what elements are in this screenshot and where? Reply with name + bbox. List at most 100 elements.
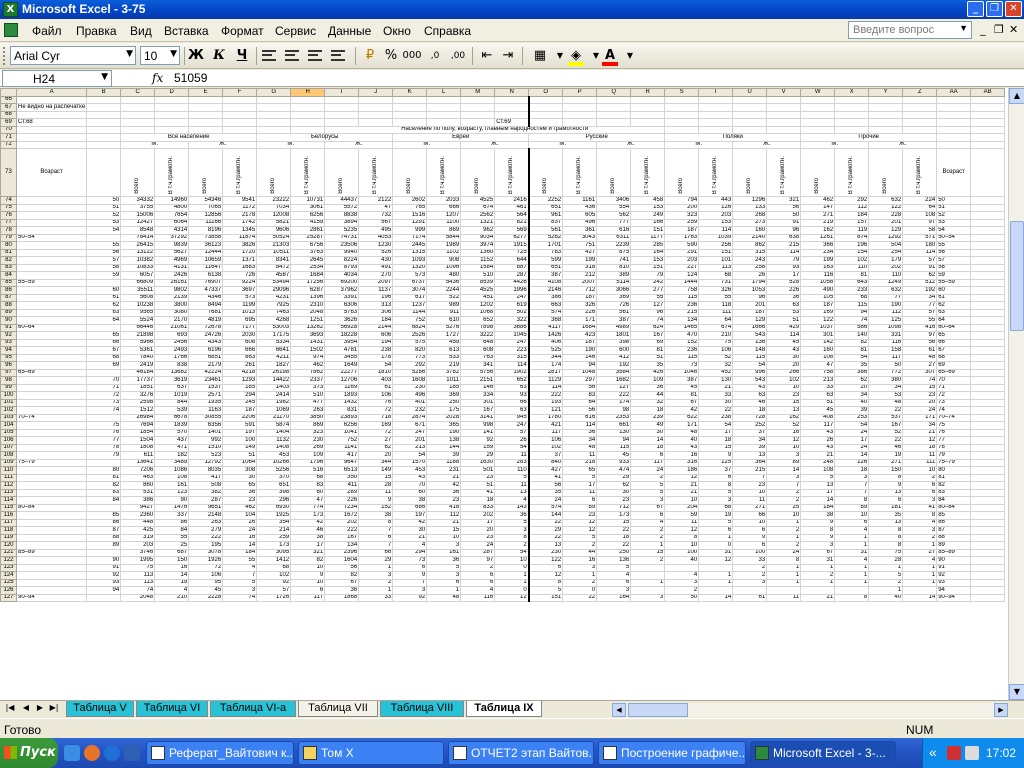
cell[interactable]: 1516: [392, 211, 428, 220]
column-header[interactable]: W: [800, 88, 836, 97]
cell[interactable]: 60: [392, 488, 428, 497]
cell[interactable]: 239: [630, 413, 666, 422]
cell[interactable]: 3782: [426, 368, 462, 377]
cell[interactable]: [86, 95, 122, 104]
cell[interactable]: 2140: [732, 233, 768, 242]
cell[interactable]: 25: [766, 503, 802, 512]
row-header[interactable]: 108: [0, 451, 17, 460]
cell[interactable]: 1169: [324, 383, 360, 392]
cell[interactable]: 34: [732, 436, 768, 445]
cell[interactable]: 226: [324, 496, 360, 505]
cell[interactable]: [800, 586, 836, 595]
cell[interactable]: 79: [630, 271, 666, 280]
cell[interactable]: 2048: [290, 308, 326, 317]
cell[interactable]: 173: [290, 511, 326, 520]
cell[interactable]: 1: [834, 533, 870, 542]
cell[interactable]: 496: [392, 391, 428, 400]
cell[interactable]: 54: [392, 451, 428, 460]
cell[interactable]: 11: [562, 488, 598, 497]
cell[interactable]: 85–89: [936, 548, 972, 557]
row-header[interactable]: 70: [0, 125, 17, 134]
cell[interactable]: 13682: [154, 368, 190, 377]
cell[interactable]: 37: [698, 466, 734, 475]
cell[interactable]: 185: [426, 383, 462, 392]
cell[interactable]: 451: [460, 293, 496, 302]
cell[interactable]: [15, 398, 88, 407]
cell[interactable]: 1796: [290, 458, 326, 467]
cell[interactable]: 111: [902, 458, 938, 467]
cell[interactable]: Всего: [528, 148, 564, 197]
cell[interactable]: 8: [664, 533, 700, 542]
cell[interactable]: [834, 118, 870, 127]
cell[interactable]: [188, 103, 224, 112]
cell[interactable]: 838: [154, 361, 190, 370]
cell[interactable]: 91: [766, 218, 802, 227]
cell[interactable]: [698, 103, 734, 112]
cell[interactable]: 277: [630, 286, 666, 295]
cell[interactable]: 10: [766, 511, 802, 520]
cell[interactable]: [86, 503, 122, 512]
hscroll-thumb[interactable]: [628, 703, 688, 717]
cell[interactable]: 7174: [392, 233, 428, 242]
cell[interactable]: 13: [800, 481, 836, 490]
column-header[interactable]: Q: [596, 88, 632, 97]
decrease-decimal-button[interactable]: ,00: [448, 47, 468, 65]
menu-format[interactable]: Формат: [221, 24, 264, 38]
cell[interactable]: 1854: [120, 428, 156, 437]
cell[interactable]: 242: [630, 278, 666, 287]
cell[interactable]: 12: [766, 436, 802, 445]
column-header[interactable]: P: [562, 88, 598, 97]
cell[interactable]: [970, 443, 1006, 452]
cell[interactable]: 253: [834, 413, 870, 422]
cell[interactable]: 47: [290, 496, 326, 505]
cell[interactable]: 3080: [154, 308, 190, 317]
cell[interactable]: 184: [222, 548, 258, 557]
cell[interactable]: 2144: [358, 323, 394, 332]
cell[interactable]: 1: [766, 518, 802, 527]
cell[interactable]: 7: [222, 571, 258, 580]
cell[interactable]: 613: [426, 346, 462, 355]
cell[interactable]: 5276: [426, 323, 462, 332]
cell[interactable]: 387: [596, 316, 632, 325]
cell[interactable]: 1412: [256, 556, 292, 565]
tray-expand-icon[interactable]: «: [929, 744, 943, 760]
cell[interactable]: [154, 125, 190, 134]
cell[interactable]: 616: [562, 413, 598, 422]
row-header[interactable]: 114: [0, 496, 17, 505]
cell[interactable]: 337: [154, 511, 190, 520]
cell[interactable]: 51: [222, 451, 258, 460]
cell[interactable]: 17256: [290, 278, 326, 287]
cell[interactable]: 8224: [324, 256, 360, 265]
cell[interactable]: [426, 103, 462, 112]
cell[interactable]: 2: [766, 541, 802, 550]
cell[interactable]: [630, 586, 666, 595]
cell[interactable]: 8472: [256, 263, 292, 272]
cell[interactable]: 162: [800, 226, 836, 235]
cell[interactable]: 124: [664, 271, 700, 280]
cell[interactable]: 643: [834, 278, 870, 287]
cell[interactable]: 58: [902, 226, 938, 235]
cell[interactable]: 130: [596, 428, 632, 437]
cell[interactable]: [392, 95, 428, 104]
cell[interactable]: 992: [188, 436, 224, 445]
cell[interactable]: 4034: [324, 271, 360, 280]
cell[interactable]: 14: [154, 571, 190, 580]
cell[interactable]: 4: [834, 526, 870, 535]
cell[interactable]: 259: [664, 218, 700, 227]
cell[interactable]: 222: [596, 391, 632, 400]
cell[interactable]: 11874: [222, 233, 258, 242]
cell[interactable]: 887: [494, 263, 530, 272]
workbook-icon[interactable]: [4, 23, 18, 37]
cell[interactable]: 24: [902, 406, 938, 415]
cell[interactable]: 36: [630, 383, 666, 392]
cell[interactable]: 525: [528, 346, 564, 355]
cell[interactable]: 9427: [120, 503, 156, 512]
cell[interactable]: 7: [766, 481, 802, 490]
row-header[interactable]: 123: [0, 563, 17, 572]
cell[interactable]: 6824: [392, 323, 428, 332]
cell[interactable]: 8: [868, 533, 904, 542]
select-all-corner[interactable]: [0, 88, 17, 97]
cell[interactable]: 794: [664, 196, 700, 205]
cell[interactable]: 8196: [188, 226, 224, 235]
cell[interactable]: 22277: [324, 368, 360, 377]
